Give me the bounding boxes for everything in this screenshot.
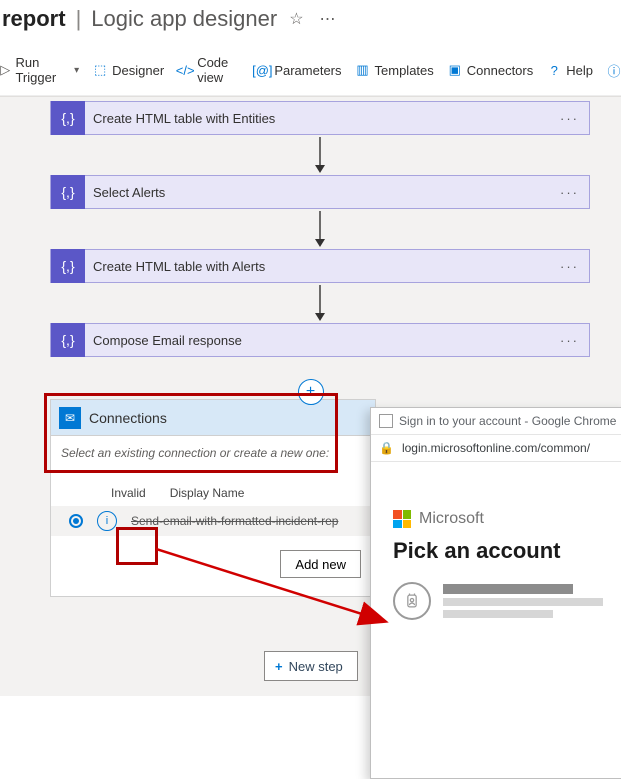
connectors-icon: ▣ [448,63,462,77]
step-title: Create HTML table with Alerts [85,259,550,274]
connection-display-name: Send-email-with-formatted-incident-rep [131,514,367,528]
insert-step-button[interactable]: + [298,379,324,405]
connection-radio[interactable] [69,514,83,528]
microsoft-squares-icon [393,510,411,528]
connectors-button[interactable]: ▣ Connectors [448,63,533,78]
step-title: Create HTML table with Entities [85,111,550,126]
play-icon: ▷ [0,63,10,77]
templates-label: Templates [375,63,434,78]
pick-account-heading: Pick an account [393,538,607,564]
connectors-label: Connectors [467,63,533,78]
info-button[interactable]: ⓘ [607,63,621,77]
help-label: Help [566,63,593,78]
connections-subtitle-text: Select an existing connection or create … [61,446,329,460]
new-step-button[interactable]: + New step [264,651,358,681]
window-icon [379,414,393,428]
flow-arrow [50,283,590,323]
page-title-part2: Logic app designer [91,6,277,32]
new-step-label: New step [289,659,343,674]
templates-button[interactable]: ▥ Templates [356,63,434,78]
popup-tab-title: Sign in to your account - Google Chrome [399,414,616,428]
step-create-html-alerts[interactable]: {,} Create HTML table with Alerts ··· [50,249,590,283]
page-title-part1: report [2,6,66,32]
step-more-icon[interactable]: ··· [550,111,589,126]
run-trigger-button[interactable]: ▷ Run Trigger [0,55,79,85]
designer-icon: ⬚ [93,63,107,77]
connections-subtitle: Select an existing connection or create … [51,436,375,476]
info-circle-icon: ⓘ [607,63,621,77]
dataops-icon: {,} [51,249,85,283]
step-more-icon[interactable]: ··· [550,333,589,348]
parameters-label: Parameters [274,63,341,78]
designer-canvas: {,} Create HTML table with Entities ··· … [0,96,621,696]
dataops-icon: {,} [51,175,85,209]
step-select-alerts[interactable]: {,} Select Alerts ··· [50,175,590,209]
help-icon: ? [547,63,561,77]
col-display-header: Display Name [170,486,245,500]
step-title: Compose Email response [85,333,550,348]
connection-row[interactable]: i Send-email-with-formatted-incident-rep [51,506,375,536]
workflow-column: {,} Create HTML table with Entities ··· … [50,101,590,357]
plus-icon: + [275,659,283,674]
add-new-row: Add new [51,536,375,596]
col-invalid-header: Invalid [111,486,146,500]
toolbar: ▷ Run Trigger ⬚ Designer </> Code view [… [0,47,621,96]
designer-label: Designer [112,63,164,78]
help-button[interactable]: ? Help [547,63,593,78]
favorite-star-icon[interactable]: ☆ [285,9,307,29]
add-new-connection-button[interactable]: Add new [280,550,361,578]
popup-titlebar[interactable]: Sign in to your account - Google Chrome [371,408,621,435]
code-icon: </> [178,63,192,77]
signin-popup-window: Sign in to your account - Google Chrome … [370,407,621,779]
code-view-label: Code view [197,55,241,85]
dataops-icon: {,} [51,101,85,135]
connections-header[interactable]: ✉ Connections [51,400,375,436]
run-trigger-label: Run Trigger [15,55,66,85]
lock-icon: 🔒 [379,441,394,455]
account-option[interactable] [393,578,607,624]
flow-arrow [50,209,590,249]
parameters-icon: [@] [255,63,269,77]
avatar-icon [393,582,431,620]
microsoft-wordmark: Microsoft [419,510,484,528]
more-actions-icon[interactable]: ⋯ [316,9,340,29]
parameters-button[interactable]: [@] Parameters [255,63,341,78]
flow-arrow [50,135,590,175]
account-redacted-lines [443,584,607,618]
title-separator: | [74,6,84,32]
connections-card: ✉ Connections Select an existing connect… [50,399,376,597]
popup-body: Microsoft Pick an account [371,462,621,624]
step-more-icon[interactable]: ··· [550,259,589,274]
outlook-icon: ✉ [59,407,81,429]
code-view-button[interactable]: </> Code view [178,55,241,85]
connection-info-icon[interactable]: i [97,511,117,531]
step-compose-email[interactable]: {,} Compose Email response ··· [50,323,590,357]
step-create-html-entities[interactable]: {,} Create HTML table with Entities ··· [50,101,590,135]
popup-url: login.microsoftonline.com/common/ [402,441,590,455]
microsoft-logo: Microsoft [393,510,607,528]
templates-icon: ▥ [356,63,370,77]
step-title: Select Alerts [85,185,550,200]
popup-address-bar[interactable]: 🔒 login.microsoftonline.com/common/ [371,435,621,462]
step-more-icon[interactable]: ··· [550,185,589,200]
dataops-icon: {,} [51,323,85,357]
designer-button[interactable]: ⬚ Designer [93,63,164,78]
connections-columns: Invalid Display Name [51,476,375,506]
connections-title: Connections [89,410,167,426]
page-title-bar: report | Logic app designer ☆ ⋯ [0,0,621,47]
